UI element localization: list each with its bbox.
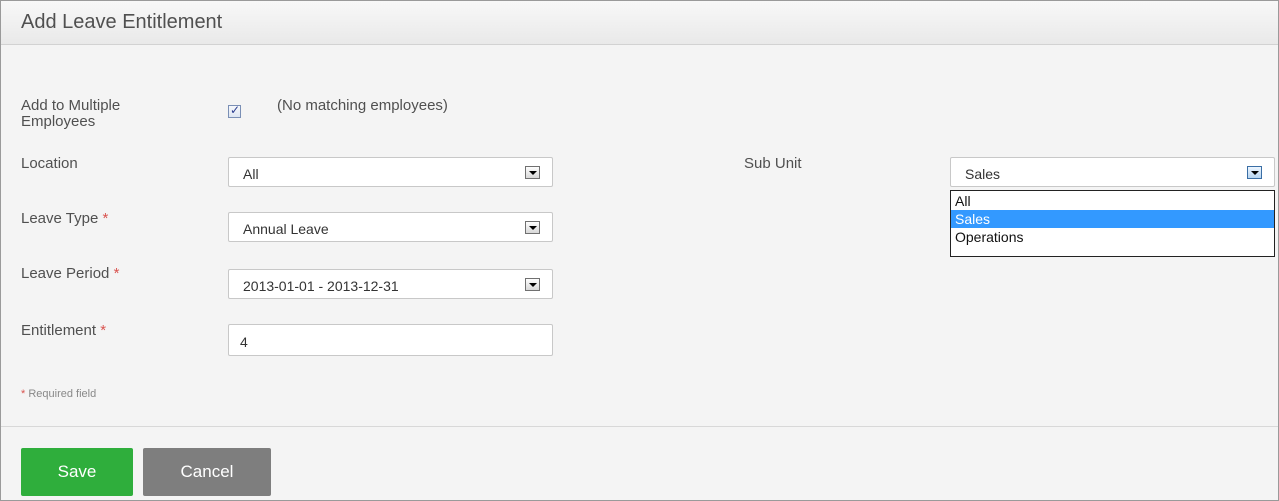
sub-unit-dropdown-list: All Sales Operations	[950, 190, 1275, 257]
multiple-employees-checkbox[interactable]: ✓	[228, 103, 241, 118]
multiple-employees-label: Add to Multiple Employees	[21, 97, 121, 130]
sub-unit-option-sales[interactable]: Sales	[951, 210, 1274, 228]
entitlement-label-text: Entitlement	[21, 322, 97, 339]
sub-unit-option-operations[interactable]: Operations	[951, 228, 1274, 246]
chevron-down-icon	[525, 221, 540, 234]
required-field-text: Required field	[28, 388, 97, 400]
page-title: Add Leave Entitlement	[21, 11, 223, 33]
matching-employees-status: (No matching employees)	[277, 97, 448, 114]
location-select[interactable]: All	[228, 157, 553, 187]
sub-unit-select[interactable]: Sales	[950, 157, 1275, 187]
entitlement-input[interactable]: 4	[228, 324, 553, 356]
leave-type-select[interactable]: Annual Leave	[228, 212, 553, 242]
form-divider	[1, 426, 1278, 427]
leave-type-value: Annual Leave	[243, 221, 329, 237]
sub-unit-option-all[interactable]: All	[951, 192, 1274, 210]
required-marker: *	[102, 210, 109, 227]
leave-period-label-text: Leave Period	[21, 265, 110, 282]
chevron-down-icon	[1247, 166, 1262, 179]
entitlement-value: 4	[240, 334, 248, 350]
sub-unit-label: Sub Unit	[744, 155, 802, 172]
save-button[interactable]: Save	[21, 448, 133, 496]
add-leave-entitlement-panel: Add Leave Entitlement Add to Multiple Em…	[0, 0, 1279, 501]
required-marker: *	[21, 388, 26, 400]
required-marker: *	[100, 322, 107, 339]
required-marker: *	[113, 265, 120, 282]
leave-type-label-text: Leave Type	[21, 210, 99, 227]
required-field-note: * Required field	[21, 388, 96, 400]
panel-header: Add Leave Entitlement	[1, 1, 1278, 45]
entitlement-label: Entitlement *	[21, 323, 106, 338]
leave-period-label: Leave Period *	[21, 266, 119, 281]
location-label: Location	[21, 155, 78, 172]
cancel-button[interactable]: Cancel	[143, 448, 271, 496]
chevron-down-icon	[525, 278, 540, 291]
check-icon: ✓	[230, 103, 241, 117]
chevron-down-icon	[525, 166, 540, 179]
sub-unit-value: Sales	[965, 166, 1001, 182]
leave-period-select[interactable]: 2013-01-01 - 2013-12-31	[228, 269, 553, 299]
location-value: All	[243, 166, 259, 182]
leave-type-label: Leave Type *	[21, 211, 108, 226]
leave-period-value: 2013-01-01 - 2013-12-31	[243, 278, 399, 294]
